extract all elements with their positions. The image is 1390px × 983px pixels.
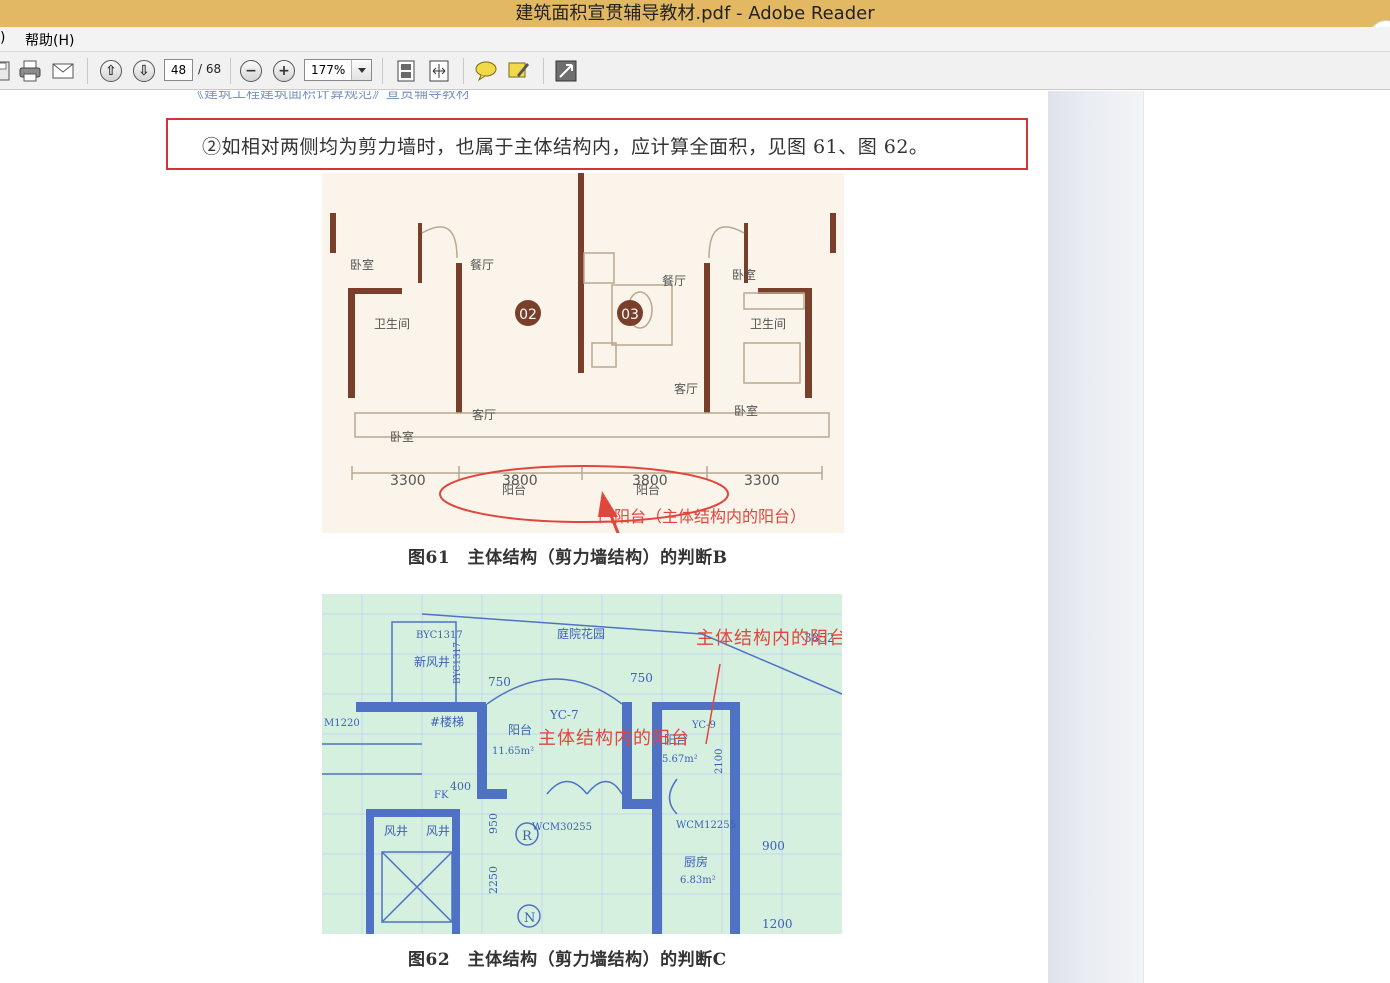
svg-text:6.83m²: 6.83m² bbox=[680, 875, 716, 886]
page-total-label: / 68 bbox=[198, 62, 222, 76]
svg-text:2250: 2250 bbox=[487, 866, 500, 894]
svg-text:BYC1317: BYC1317 bbox=[416, 630, 463, 641]
svg-text:FK: FK bbox=[434, 790, 449, 801]
svg-text:新风井: 新风井 bbox=[414, 654, 450, 669]
paragraph-text: ②如相对两侧均为剪力墙时，也属于主体结构内，应计算全面积，见图 61、图 62。 bbox=[202, 136, 929, 158]
page-scan-edge bbox=[1048, 91, 1144, 983]
svg-text:750: 750 bbox=[630, 671, 653, 685]
svg-text:餐厅: 餐厅 bbox=[662, 273, 686, 288]
annotation-side-balcony: 主体结构内的阳台 bbox=[696, 628, 842, 649]
window-title: 建筑面积宣贯辅导教材.pdf - Adobe Reader bbox=[515, 3, 875, 24]
svg-text:卧室: 卧室 bbox=[734, 403, 758, 418]
next-page-icon[interactable]: ⇩ bbox=[132, 59, 156, 83]
svg-text:950: 950 bbox=[487, 813, 500, 834]
menu-bar: ) 帮助(H) bbox=[0, 27, 1390, 52]
menu-item-help[interactable]: 帮助(H) bbox=[25, 30, 74, 50]
svg-text:1200: 1200 bbox=[762, 917, 793, 931]
dimension-1: 3300 bbox=[390, 473, 426, 489]
svg-text:卫生间: 卫生间 bbox=[374, 317, 410, 331]
svg-text:2100: 2100 bbox=[714, 749, 725, 774]
svg-text:餐厅: 餐厅 bbox=[470, 257, 494, 272]
svg-text:#楼梯: #楼梯 bbox=[430, 714, 464, 729]
svg-text:750: 750 bbox=[488, 675, 511, 689]
svg-text:400: 400 bbox=[450, 780, 471, 793]
zoom-out-icon[interactable]: − bbox=[239, 59, 263, 83]
svg-text:5.67m²: 5.67m² bbox=[662, 754, 698, 765]
fit-width-icon[interactable] bbox=[427, 59, 451, 83]
chevron-down-icon[interactable] bbox=[351, 60, 371, 80]
save-icon[interactable] bbox=[0, 59, 12, 83]
fit-page-icon[interactable] bbox=[394, 59, 418, 83]
highlight-icon[interactable] bbox=[507, 59, 531, 83]
svg-text:WCM30255: WCM30255 bbox=[532, 822, 592, 833]
svg-text:R: R bbox=[522, 829, 533, 844]
svg-text:客厅: 客厅 bbox=[674, 381, 698, 396]
unit-label-03: 03 bbox=[621, 307, 639, 323]
svg-text:风井: 风井 bbox=[426, 824, 450, 838]
fullscreen-icon[interactable] bbox=[554, 59, 578, 83]
highlighted-paragraph: ②如相对两侧均为剪力墙时，也属于主体结构内，应计算全面积，见图 61、图 62。 bbox=[166, 118, 1028, 170]
svg-text:阳台: 阳台 bbox=[508, 722, 532, 737]
print-icon[interactable] bbox=[18, 59, 42, 83]
figure-62-blueprint: 庭院花园 新风井 BYC1317 BYC1317 750 750 YC-7 YC… bbox=[322, 594, 842, 934]
svg-text:卧室: 卧室 bbox=[732, 267, 756, 282]
dimension-4: 3300 bbox=[744, 473, 780, 489]
annotation-main-balcony: 主体结构内的阳台 bbox=[538, 728, 690, 749]
email-icon[interactable] bbox=[51, 59, 75, 83]
svg-text:11.65m²: 11.65m² bbox=[492, 746, 534, 757]
svg-text:YC-9: YC-9 bbox=[691, 720, 716, 731]
svg-text:N: N bbox=[524, 911, 535, 926]
svg-text:风井: 风井 bbox=[384, 824, 408, 838]
svg-text:卧室: 卧室 bbox=[390, 429, 414, 444]
window-title-bar: 建筑面积宣贯辅导教材.pdf - Adobe Reader bbox=[0, 0, 1390, 27]
svg-text:庭院花园: 庭院花园 bbox=[557, 626, 605, 641]
svg-text:M1220: M1220 bbox=[324, 718, 360, 729]
svg-text:卫生间: 卫生间 bbox=[750, 317, 786, 331]
zoom-select[interactable]: 177% bbox=[304, 59, 372, 81]
figure61-annotation: 凹阳台（主体结构内的阳台） bbox=[598, 507, 807, 526]
page-number-input[interactable]: 48 bbox=[164, 59, 193, 81]
running-header: 《建筑工程建筑面积计算规范》宣贯辅导教材 bbox=[190, 91, 470, 102]
svg-text:900: 900 bbox=[762, 839, 785, 853]
dimension-2: 3800 bbox=[502, 473, 538, 489]
zoom-in-icon[interactable]: + bbox=[272, 59, 296, 83]
figure61-caption: 图61 主体结构（剪力墙结构）的判断B bbox=[408, 548, 728, 568]
svg-text:YC-7: YC-7 bbox=[549, 708, 579, 722]
zoom-value: 177% bbox=[311, 63, 346, 77]
unit-label-02: 02 bbox=[519, 307, 537, 323]
document-viewport[interactable]: 《建筑工程建筑面积计算规范》宣贯辅导教材 ②如相对两侧均为剪力墙时，也属于主体结… bbox=[0, 91, 1390, 983]
svg-text:卧室: 卧室 bbox=[350, 257, 374, 272]
dimension-3: 3800 bbox=[632, 473, 668, 489]
svg-text:客厅: 客厅 bbox=[472, 407, 496, 422]
svg-text:WCM12255: WCM12255 bbox=[676, 820, 736, 831]
svg-text:BYC1317: BYC1317 bbox=[453, 642, 463, 684]
menu-item-partial[interactable]: ) bbox=[0, 30, 5, 46]
figure62-caption: 图62 主体结构（剪力墙结构）的判断C bbox=[408, 950, 727, 970]
prev-page-icon[interactable]: ⇧ bbox=[99, 59, 123, 83]
svg-text:厨房: 厨房 bbox=[684, 854, 708, 869]
comment-icon[interactable] bbox=[474, 59, 498, 83]
